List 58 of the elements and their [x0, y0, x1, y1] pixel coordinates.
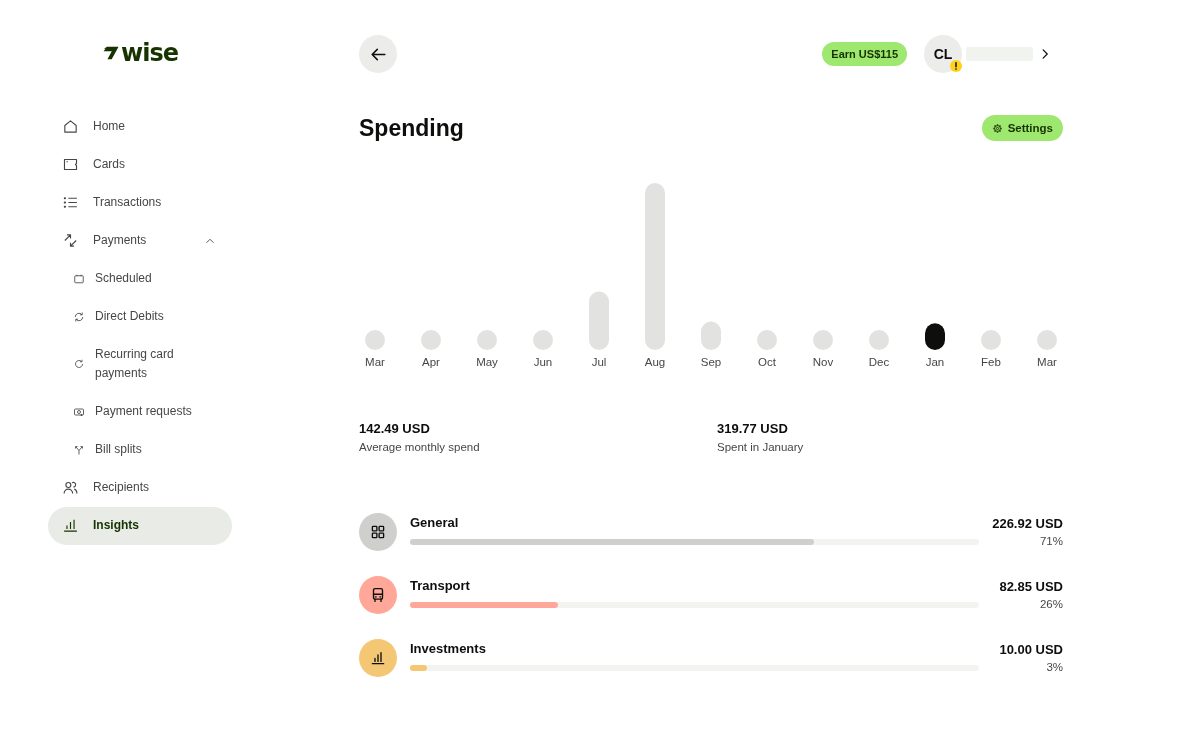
card-icon [62, 156, 79, 173]
month-label: May [476, 356, 498, 368]
list-icon [62, 194, 79, 211]
month-label: Jan [925, 356, 945, 368]
chevron-right-icon[interactable] [1041, 48, 1049, 60]
month-label: Mar [365, 356, 385, 368]
house-icon [62, 118, 79, 135]
avatar[interactable]: CL [924, 35, 962, 73]
nav-subitem[interactable]: Bill splits [48, 431, 232, 469]
settings-button[interactable]: Settings [981, 115, 1063, 141]
month-label: Mar [1037, 356, 1057, 368]
month-label: Apr [422, 356, 440, 368]
refresh-icon [73, 310, 85, 323]
gear-icon [991, 122, 1003, 134]
split-icon [73, 443, 85, 456]
month-label: Aug [644, 356, 666, 368]
nav-item[interactable]: Recipients [48, 469, 232, 507]
month-label: Jun [533, 356, 553, 368]
nav-item[interactable]: Payments [48, 222, 232, 260]
category-share: 26% [1038, 597, 1063, 612]
bar-chart-icon [62, 517, 79, 534]
arrows-icon [62, 232, 79, 249]
category-amount: 10.00 USD [998, 641, 1063, 659]
stat-label: Average monthly spend [359, 440, 481, 455]
category-name: Transport [410, 577, 471, 595]
banknote-icon [73, 405, 85, 418]
category-name: Investments [410, 640, 487, 658]
category-amount: 226.92 USD [991, 515, 1063, 533]
category-amount: 82.85 USD [998, 578, 1063, 596]
stat-value: 319.77 USD [717, 420, 789, 438]
category-share: 3% [1045, 660, 1063, 675]
month-label: Oct [758, 356, 776, 368]
nav-subitem[interactable]: Direct Debits [48, 298, 232, 336]
page-title: Spending [359, 115, 464, 141]
month-label: Nov [812, 356, 834, 368]
nav-item[interactable]: Transactions [48, 184, 232, 222]
stat-value: 142.49 USD [359, 420, 431, 438]
nav-subitem[interactable]: Scheduled [48, 260, 232, 298]
nav-subitem[interactable]: Recurring card payments [48, 336, 232, 393]
month-label: Jul [591, 356, 607, 368]
month-label: Feb [981, 356, 1001, 368]
stat-label: Spent in January [717, 440, 805, 455]
nav-item[interactable]: Cards [48, 146, 232, 184]
nav-item[interactable]: Home [48, 108, 232, 146]
earn-button[interactable]: Earn US$115 [822, 42, 907, 66]
people-icon [62, 479, 79, 496]
category-share: 71% [1038, 534, 1063, 549]
flag-logo-icon [102, 46, 119, 60]
logo-wordmark: wise [121, 40, 178, 66]
month-bar[interactable] [925, 323, 945, 350]
category-name: General [410, 514, 460, 532]
nav-subitem[interactable]: Payment requests [48, 393, 232, 431]
back-button[interactable] [359, 35, 397, 73]
calendar-icon [73, 272, 85, 285]
nav-item[interactable]: Insights [48, 507, 232, 545]
month-label: Dec [868, 356, 890, 368]
month-label: Sep [700, 356, 722, 368]
circular-arrow-icon [73, 358, 85, 370]
